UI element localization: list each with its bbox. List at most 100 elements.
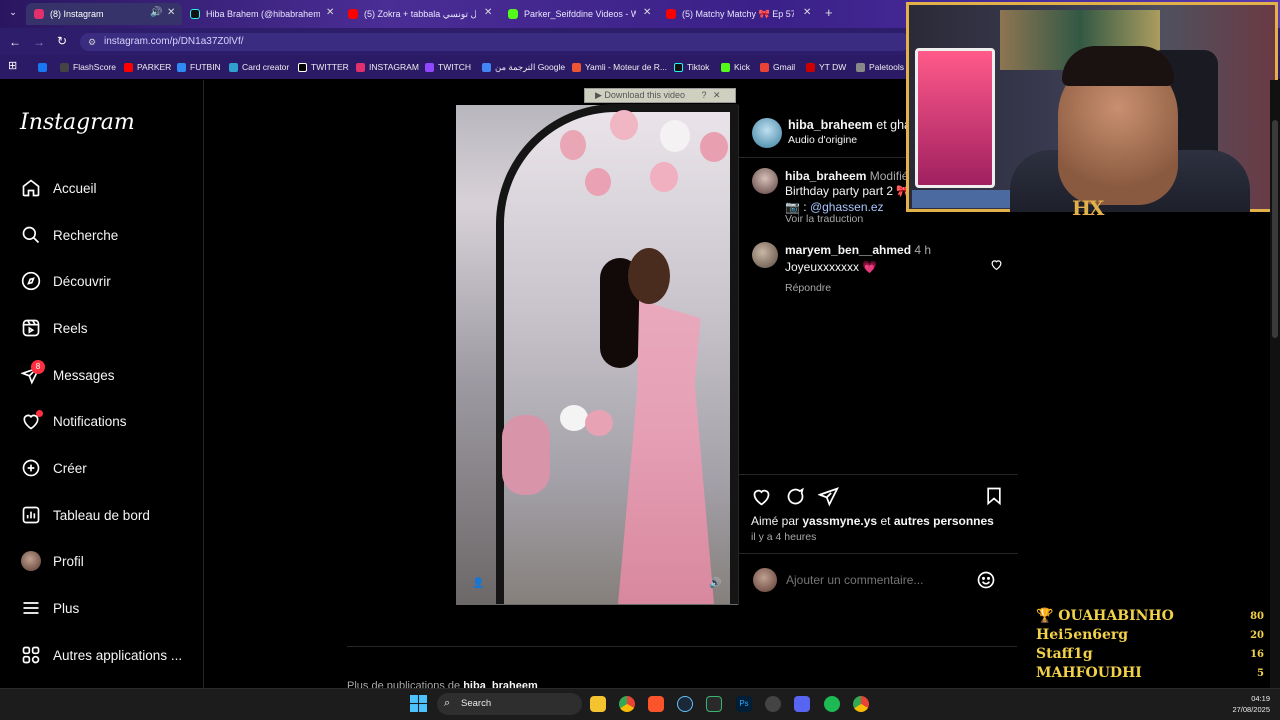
leaderboard-score: 16 bbox=[1250, 649, 1264, 660]
taskbar-search[interactable]: Search bbox=[437, 693, 582, 715]
clock-time: 04:19 bbox=[1251, 694, 1270, 703]
leaderboard-name: Staff1g bbox=[1036, 646, 1093, 662]
apps-grid-icon[interactable]: ⊞ bbox=[8, 59, 17, 72]
add-comment-input[interactable] bbox=[786, 570, 966, 590]
audio-label[interactable]: Audio d'origine bbox=[788, 134, 857, 146]
leaderboard-name: 🏆 OUAHABINHO bbox=[1036, 608, 1174, 624]
more-posts-user-link[interactable]: hiba_braheem bbox=[463, 680, 538, 688]
nav-profil[interactable]: Profil bbox=[20, 548, 84, 574]
bookmark-tiktok[interactable]: Tiktok bbox=[674, 60, 709, 74]
like-heart-icon[interactable] bbox=[751, 486, 772, 512]
taskbar-clock[interactable]: 04:19 27/08/2025 bbox=[1218, 693, 1270, 715]
close-tab-icon[interactable]: ✕ bbox=[643, 7, 651, 18]
commenter-avatar[interactable] bbox=[752, 242, 778, 268]
brave-icon[interactable] bbox=[648, 696, 664, 712]
mention-link[interactable]: @ghassen.ez bbox=[810, 200, 884, 214]
caption-author-avatar[interactable] bbox=[752, 168, 778, 194]
caption-author[interactable]: hiba_braheem bbox=[785, 169, 866, 183]
tab-youtube-zokra[interactable]: (5) Zokra + tabbala خيال تونسي bbox=[348, 3, 476, 25]
other-likers-link[interactable]: autres personnes bbox=[894, 514, 994, 528]
liker-link[interactable]: yassmyne.ys bbox=[802, 514, 877, 528]
translate-link[interactable]: Voir la traduction bbox=[785, 213, 863, 225]
site-info-icon[interactable]: ⚙ bbox=[88, 37, 96, 48]
close-tab-icon[interactable]: ✕ bbox=[326, 7, 334, 18]
tab-tiktok[interactable]: Hiba Brahem (@hibabrahem) | bbox=[190, 3, 320, 25]
comment-author[interactable]: maryem_ben__ahmed bbox=[785, 243, 911, 257]
audio-icon[interactable]: 🔊 bbox=[150, 7, 162, 18]
tab-kick[interactable]: Parker_Seifddine Videos - Watc bbox=[508, 3, 636, 25]
nav-decouvrir[interactable]: Découvrir bbox=[20, 268, 111, 294]
nav-autres-applications[interactable]: Autres applications ... bbox=[20, 642, 182, 668]
volume-icon[interactable]: 🔊 bbox=[709, 578, 721, 589]
bookmark-flashscore[interactable]: FlashScore bbox=[60, 60, 116, 74]
url-input[interactable]: instagram.com/p/DN1a37Z0lVf/ bbox=[80, 33, 910, 51]
bookmark-futbin[interactable]: FUTBIN bbox=[177, 60, 221, 74]
chrome-beta-icon[interactable] bbox=[853, 696, 869, 712]
youtube-favicon-icon bbox=[348, 9, 358, 19]
streamer-hair-shape bbox=[1062, 46, 1174, 86]
bookmark-google-translate[interactable]: الترجمة من Google bbox=[482, 60, 565, 74]
bookmark-card-creator[interactable]: Card creator bbox=[229, 60, 289, 74]
bookmark-paletools[interactable]: Paletools bbox=[856, 60, 904, 74]
download-video-button[interactable]: ▶ Download this video ? ✕ bbox=[584, 88, 736, 103]
tiktok-favicon-icon bbox=[190, 9, 200, 19]
steam-icon[interactable] bbox=[677, 696, 693, 712]
caption-credit: 📷 : @ghassen.ez bbox=[785, 200, 884, 214]
tagged-users-icon[interactable]: 👤 bbox=[472, 578, 484, 589]
save-bookmark-icon[interactable] bbox=[984, 486, 1004, 511]
nav-accueil[interactable]: Accueil bbox=[20, 175, 97, 201]
close-tab-icon[interactable]: ✕ bbox=[803, 7, 811, 18]
instagram-logo[interactable]: Instagram bbox=[20, 110, 135, 135]
photoshop-icon[interactable]: Ps bbox=[736, 696, 752, 712]
bookmark-parker[interactable]: PARKER bbox=[124, 60, 171, 74]
bookmark-twitch[interactable]: TWITCH bbox=[425, 60, 471, 74]
nav-reels[interactable]: Reels bbox=[20, 315, 88, 341]
comment-bubble-icon[interactable] bbox=[785, 486, 806, 512]
comment-header: maryem_ben__ahmed 4 h bbox=[785, 243, 931, 257]
nav-recherche[interactable]: Recherche bbox=[20, 222, 118, 248]
author-avatar[interactable] bbox=[752, 118, 782, 148]
futbin-icon bbox=[177, 62, 186, 72]
balloon-decoration bbox=[650, 162, 678, 192]
tab-search-button[interactable]: ⌄ bbox=[6, 7, 20, 21]
compass-icon bbox=[20, 271, 41, 292]
nav-tableau-de-bord[interactable]: Tableau de bord bbox=[20, 502, 150, 528]
forward-icon[interactable]: → bbox=[33, 35, 45, 49]
bookmark-gmail[interactable]: Gmail bbox=[760, 60, 795, 74]
bookmark-yt-dw[interactable]: YT DW bbox=[806, 60, 846, 74]
reload-icon[interactable]: ↻ bbox=[57, 34, 67, 48]
chrome-icon[interactable] bbox=[619, 696, 635, 712]
head-shape bbox=[628, 248, 670, 304]
settings-gear-icon[interactable] bbox=[765, 696, 781, 712]
tab-youtube-matchy[interactable]: (5) Matchy Matchy 🎀 Ep 57: H bbox=[666, 3, 794, 25]
discord-icon[interactable] bbox=[794, 696, 810, 712]
emoji-icon[interactable] bbox=[976, 570, 996, 595]
spotify-icon[interactable] bbox=[824, 696, 840, 712]
close-tab-icon[interactable]: ✕ bbox=[167, 7, 175, 18]
nav-plus[interactable]: Plus bbox=[20, 595, 79, 621]
facebook-icon bbox=[38, 62, 47, 72]
back-icon[interactable]: ← bbox=[9, 35, 21, 49]
new-tab-button[interactable]: + bbox=[825, 5, 833, 20]
dashboard-icon bbox=[20, 505, 41, 526]
nav-creer[interactable]: Créer bbox=[20, 455, 87, 481]
help-icon[interactable]: ? bbox=[702, 90, 707, 100]
instagram-icon bbox=[356, 62, 365, 72]
scrollbar-thumb[interactable] bbox=[1272, 120, 1278, 338]
close-tab-icon[interactable]: ✕ bbox=[484, 7, 492, 18]
post-time[interactable]: il y a 4 heures bbox=[751, 531, 816, 543]
share-send-icon[interactable] bbox=[817, 486, 839, 512]
file-explorer-icon[interactable] bbox=[590, 696, 606, 712]
windows-start-icon[interactable] bbox=[410, 695, 427, 717]
bookmark-kick[interactable]: Kick bbox=[721, 60, 750, 74]
bookmark-yamli[interactable]: Yamli - Moteur de R... bbox=[572, 60, 667, 74]
app-icon[interactable] bbox=[706, 696, 722, 712]
reply-link[interactable]: Répondre bbox=[785, 282, 831, 294]
close-icon[interactable]: ✕ bbox=[713, 90, 721, 100]
bookmark-instagram[interactable]: INSTAGRAM bbox=[356, 60, 419, 74]
post-author[interactable]: hiba_braheem bbox=[788, 118, 873, 132]
bookmark-twitter[interactable]: TWITTER bbox=[298, 60, 349, 74]
comment-like-heart-icon[interactable] bbox=[990, 258, 1003, 276]
clock-date: 27/08/2025 bbox=[1232, 705, 1270, 714]
bookmark-flashscore[interactable] bbox=[38, 60, 51, 74]
